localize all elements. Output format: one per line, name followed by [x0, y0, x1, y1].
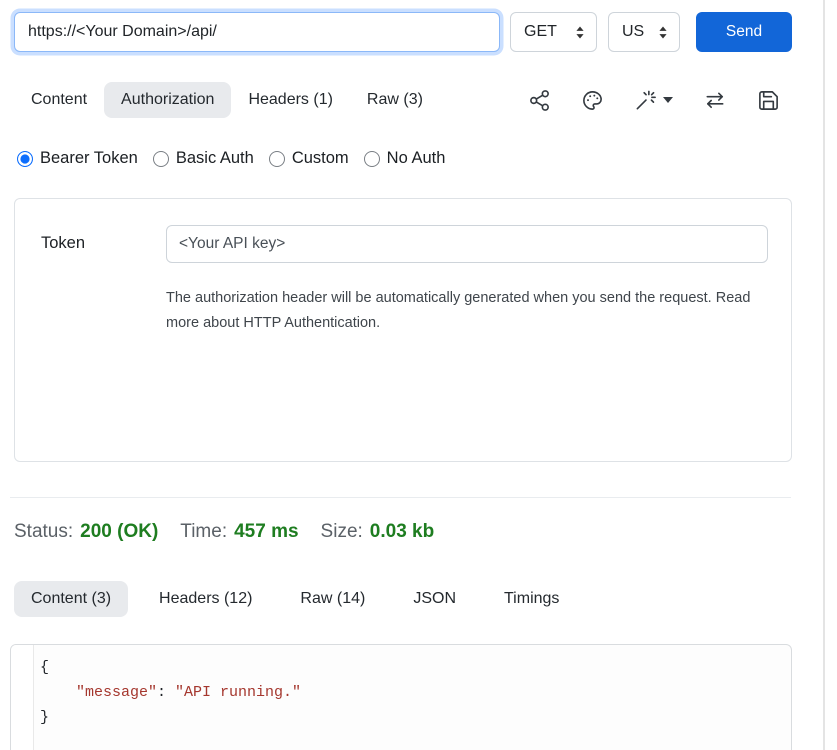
- radio-basic-auth[interactable]: [153, 151, 169, 167]
- request-bar: GET US Send: [14, 12, 792, 52]
- radio-label: No Auth: [387, 149, 446, 168]
- region-select-value: US: [622, 23, 644, 41]
- palette-icon[interactable]: [581, 89, 604, 112]
- scrollbar-track-line: [823, 0, 825, 750]
- radio-label: Basic Auth: [176, 149, 254, 168]
- auth-option-custom[interactable]: Custom: [269, 149, 349, 168]
- section-divider: [10, 497, 791, 498]
- request-tabs-row: Content Authorization Headers (1) Raw (3…: [14, 82, 792, 118]
- json-separator: :: [157, 684, 175, 701]
- token-input[interactable]: [166, 225, 768, 263]
- code-line: }: [40, 705, 301, 730]
- status-label: Status:: [14, 521, 73, 543]
- response-tab-raw[interactable]: Raw (14): [283, 581, 382, 617]
- token-help-text: The authorization header will be automat…: [166, 286, 768, 336]
- share-icon[interactable]: [528, 89, 551, 112]
- size-label: Size:: [321, 521, 363, 543]
- time-label: Time:: [180, 521, 227, 543]
- radio-custom[interactable]: [269, 151, 285, 167]
- response-tab-timings[interactable]: Timings: [487, 581, 576, 617]
- chevron-down-icon: [663, 97, 673, 103]
- json-key: "message": [76, 684, 157, 701]
- response-body-panel: { "message": "API running." }: [10, 644, 792, 750]
- response-tab-headers[interactable]: Headers (12): [142, 581, 269, 617]
- auth-option-no-auth[interactable]: No Auth: [364, 149, 446, 168]
- code-line: {: [40, 655, 301, 680]
- response-status-row: Status: 200 (OK) Time: 457 ms Size: 0.03…: [14, 521, 792, 543]
- method-select[interactable]: GET: [510, 12, 597, 52]
- time-value: 457 ms: [234, 521, 298, 543]
- status-value: 200 (OK): [80, 521, 158, 543]
- code-line: "message": "API running.": [40, 680, 301, 705]
- tab-content[interactable]: Content: [14, 82, 104, 118]
- request-toolbar: [528, 89, 780, 112]
- tab-authorization[interactable]: Authorization: [104, 82, 231, 118]
- swap-arrows-icon[interactable]: [703, 89, 727, 112]
- region-select[interactable]: US: [608, 12, 680, 52]
- response-json: { "message": "API running." }: [34, 645, 301, 750]
- tab-headers[interactable]: Headers (1): [231, 82, 349, 118]
- updown-arrows-icon: [574, 25, 586, 40]
- url-input[interactable]: [14, 12, 500, 52]
- size-value: 0.03 kb: [370, 521, 434, 543]
- code-gutter: [11, 645, 34, 750]
- auth-option-bearer-token[interactable]: Bearer Token: [17, 149, 138, 168]
- radio-label: Bearer Token: [40, 149, 138, 168]
- updown-arrows-icon: [657, 25, 669, 40]
- radio-no-auth[interactable]: [364, 151, 380, 167]
- magic-wand-dropdown-icon[interactable]: [634, 89, 673, 112]
- json-value: "API running.": [175, 684, 301, 701]
- response-tab-json[interactable]: JSON: [396, 581, 473, 617]
- radio-label: Custom: [292, 149, 349, 168]
- bearer-token-panel: Token The authorization header will be a…: [14, 198, 792, 462]
- auth-type-options: Bearer Token Basic Auth Custom No Auth: [14, 149, 792, 168]
- token-label: Token: [41, 225, 166, 461]
- send-button[interactable]: Send: [696, 12, 792, 52]
- method-select-value: GET: [524, 23, 557, 41]
- save-icon[interactable]: [757, 89, 780, 112]
- response-tab-content[interactable]: Content (3): [14, 581, 128, 617]
- auth-option-basic-auth[interactable]: Basic Auth: [153, 149, 254, 168]
- tab-raw[interactable]: Raw (3): [350, 82, 440, 118]
- response-tabs-row: Content (3) Headers (12) Raw (14) JSON T…: [14, 581, 792, 617]
- api-client-app: GET US Send Content Authorization Header…: [14, 12, 792, 750]
- radio-bearer-token[interactable]: [17, 151, 33, 167]
